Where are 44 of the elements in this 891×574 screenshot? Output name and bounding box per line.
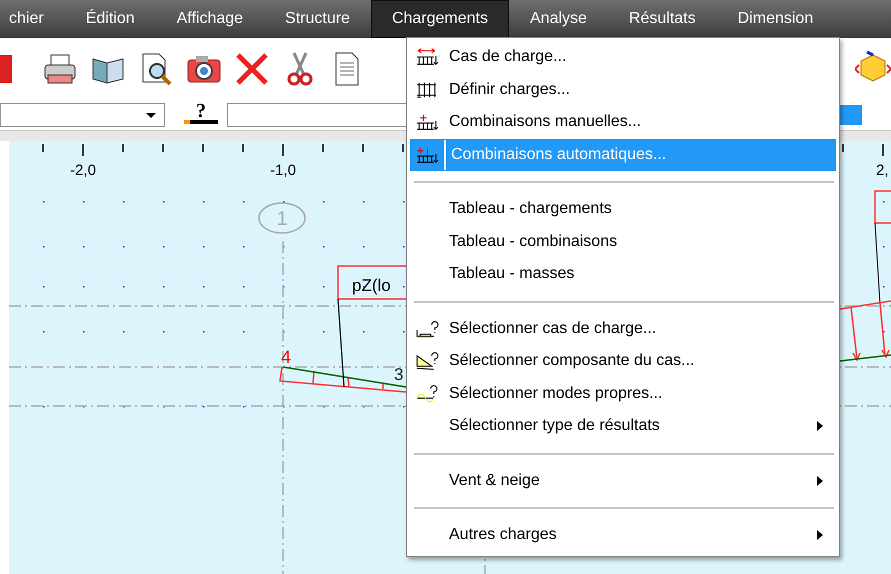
menu-bar-item[interactable]: chier <box>0 0 65 38</box>
node-number: 3 <box>394 365 404 384</box>
delete-icon[interactable] <box>234 51 270 87</box>
submenu-arrow-icon <box>816 474 824 487</box>
node-label-oval <box>258 202 306 234</box>
load-icon <box>415 47 439 68</box>
load-icon <box>415 80 439 100</box>
node-label: 1 <box>276 208 288 230</box>
menu-item[interactable]: Sélectionner composante du cas... <box>410 345 836 378</box>
menu-item[interactable]: Tableau - chargements <box>410 193 836 226</box>
dropdown-arrow-icon <box>146 112 156 118</box>
help-button[interactable]: ? <box>181 102 221 128</box>
node-number: 4 <box>281 347 292 367</box>
menu-item[interactable]: Tableau - combinaisons <box>410 226 836 258</box>
menu-bar-item[interactable]: Affichage <box>156 0 264 38</box>
menu-item[interactable]: Sélectionner cas de charge... <box>410 312 836 345</box>
menu-item[interactable]: Vent & neige <box>410 464 836 497</box>
load-label: pZ(lo <box>352 276 391 295</box>
menu-item[interactable]: Autres charges <box>410 519 836 552</box>
ruler-label: -2,0 <box>70 162 96 179</box>
load-icon <box>415 112 439 132</box>
load-icon <box>415 384 439 404</box>
menu-item[interactable]: Sélectionner modes propres... <box>410 378 836 410</box>
toolbar-icon[interactable] <box>0 53 14 85</box>
menu-bar-item[interactable]: Chargements <box>370 0 509 38</box>
dropdown-field[interactable] <box>0 103 165 127</box>
load-icon <box>415 351 439 372</box>
menu-bar-item[interactable]: Dimension <box>716 0 834 38</box>
menu-bar-item[interactable]: Résultats <box>608 0 717 38</box>
submenu-arrow-icon <box>816 529 824 542</box>
menu-bar-item[interactable]: Structure <box>264 0 371 38</box>
ruler-label: 2, <box>876 162 889 179</box>
ruler-label: -1,0 <box>270 162 296 179</box>
menu-item[interactable]: Cas de charge... <box>410 41 836 74</box>
menu-item[interactable]: Sélectionner type de résultats <box>410 410 836 442</box>
load-icon <box>415 318 439 339</box>
color-swatch <box>840 105 862 125</box>
menu-item[interactable]: Combinaisons manuelles... <box>410 106 836 138</box>
menu-bar-item[interactable]: Analyse <box>509 0 608 38</box>
load-icon <box>415 144 439 165</box>
menu-bar-item[interactable]: Édition <box>64 0 156 38</box>
menu-item[interactable]: Définir charges... <box>410 74 836 106</box>
menu-item[interactable]: Tableau - masses <box>410 258 836 290</box>
submenu-arrow-icon <box>816 420 824 432</box>
